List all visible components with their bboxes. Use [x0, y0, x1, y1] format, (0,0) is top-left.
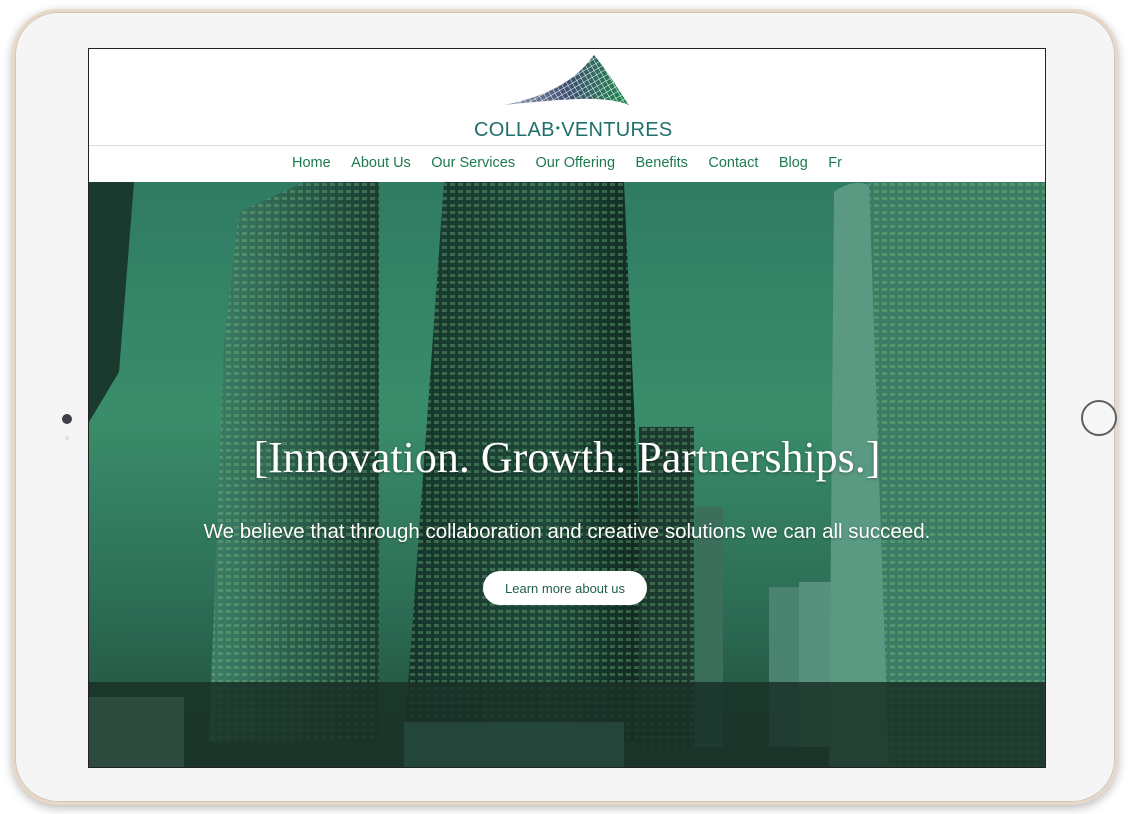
nav-item-blog[interactable]: Blog [779, 149, 808, 177]
nav-item-our-services[interactable]: Our Services [431, 149, 515, 177]
mesh-roof-logo-icon [504, 55, 629, 105]
website-screen: COLLAB•VENTURES Home About Us Our Servic… [88, 48, 1046, 768]
nav-item-home[interactable]: Home [292, 149, 331, 177]
nav-item-benefits[interactable]: Benefits [636, 149, 688, 177]
nav-item-our-offering[interactable]: Our Offering [536, 149, 616, 177]
site-logo[interactable]: COLLAB•VENTURES [474, 53, 672, 142]
learn-more-button[interactable]: Learn more about us [483, 571, 647, 605]
nav-item-language-fr[interactable]: Fr [828, 149, 842, 177]
brand-name-left: COLLAB [474, 119, 555, 141]
hero-section: [Innovation. Growth. Partnerships.] We b… [89, 182, 1045, 767]
hero-headline: [Innovation. Growth. Partnerships.] [253, 433, 881, 482]
brand-name-right: VENTURES [561, 119, 673, 141]
nav-item-contact[interactable]: Contact [708, 149, 758, 177]
site-header: COLLAB•VENTURES Home About Us Our Servic… [89, 49, 1045, 182]
header-divider [89, 145, 1045, 146]
camera-icon [62, 414, 72, 424]
main-nav: Home About Us Our Services Our Offering … [89, 149, 1045, 177]
hero-tagline: We believe that through collaboration an… [203, 520, 931, 543]
light-sensor [65, 436, 69, 440]
home-button-icon[interactable] [1081, 400, 1117, 436]
nav-item-about-us[interactable]: About Us [351, 149, 411, 177]
brand-separator: • [555, 121, 561, 135]
brand-wordmark: COLLAB•VENTURES [474, 119, 672, 142]
